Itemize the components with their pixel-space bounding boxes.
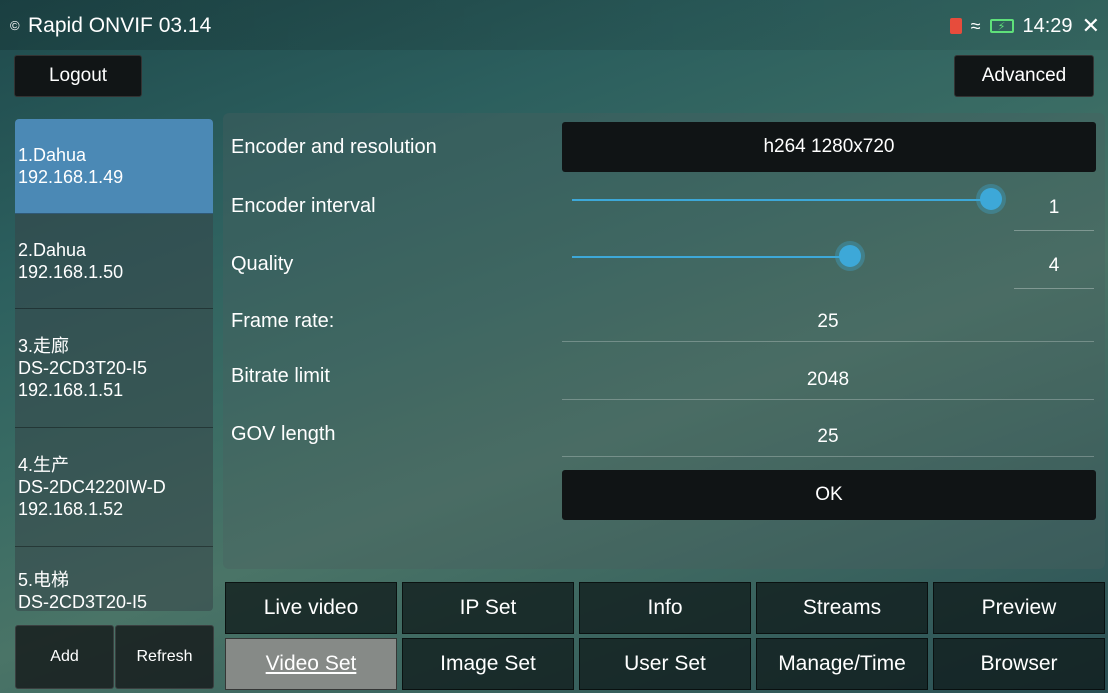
device-model: DS-2CD3T20-I5	[18, 592, 148, 611]
device-ip: 192.168.1.49	[18, 167, 124, 187]
app-title: Rapid ONVIF 03.14	[28, 14, 212, 37]
device-item-3[interactable]: 3.走廊 DS-2CD3T20-I5 192.168.1.51	[15, 309, 213, 428]
tab-live-video[interactable]: Live video	[225, 582, 397, 634]
tab-streams[interactable]: Streams	[756, 582, 928, 634]
tab-video-set[interactable]: Video Set	[225, 638, 397, 690]
ok-button[interactable]: OK	[562, 470, 1096, 520]
app-logo-icon: ©	[10, 18, 20, 33]
device-name: 3.走廊	[18, 336, 70, 356]
tab-image-set[interactable]: Image Set	[402, 638, 574, 690]
device-model: DS-2DC4220IW-D	[18, 477, 166, 497]
status-bar: © Rapid ONVIF 03.14 ≈ ⚡ 14:29 ✕	[0, 0, 1108, 50]
slider-track	[572, 199, 991, 201]
frame-rate-field[interactable]: 25	[562, 303, 1094, 342]
bitrate-limit-field[interactable]: 2048	[562, 361, 1094, 400]
device-ip: 192.168.1.50	[18, 262, 124, 282]
quality-value[interactable]: 4	[1014, 244, 1094, 289]
device-item-5[interactable]: 5.电梯 DS-2CD3T20-I5	[15, 547, 213, 611]
tab-browser[interactable]: Browser	[933, 638, 1105, 690]
slider-track	[572, 256, 850, 258]
close-icon[interactable]: ✕	[1082, 13, 1100, 39]
device-name: 2.Dahua	[18, 240, 87, 260]
clock-time: 14:29	[1022, 14, 1073, 37]
status-icons: ≈ ⚡ 14:29 ✕	[949, 13, 1100, 39]
device-item-4[interactable]: 4.生产 DS-2DC4220IW-D 192.168.1.52	[15, 428, 213, 547]
logout-button[interactable]: Logout	[14, 55, 142, 97]
tab-info[interactable]: Info	[579, 582, 751, 634]
slider-thumb[interactable]	[839, 245, 861, 267]
encoder-label: Encoder and resolution	[231, 136, 437, 158]
gov-length-label: GOV length	[231, 423, 336, 445]
encoder-resolution-select[interactable]: h264 1280x720	[562, 122, 1096, 172]
encoder-interval-value[interactable]: 1	[1014, 186, 1094, 231]
tab-preview[interactable]: Preview	[933, 582, 1105, 634]
quality-label: Quality	[231, 253, 294, 275]
add-device-button[interactable]: Add	[15, 625, 114, 689]
tab-manage-time[interactable]: Manage/Time	[756, 638, 928, 690]
wifi-icon: ≈	[970, 15, 981, 36]
refresh-button[interactable]: Refresh	[115, 625, 214, 689]
device-name: 4.生产	[18, 455, 70, 475]
tab-ip-set[interactable]: IP Set	[402, 582, 574, 634]
quality-slider[interactable]	[572, 245, 1002, 269]
device-name: 5.电梯	[18, 570, 70, 590]
gov-length-field[interactable]: 25	[562, 418, 1094, 457]
battery-charging-icon: ⚡	[989, 19, 1014, 33]
device-list[interactable]: 1.Dahua 192.168.1.49 2.Dahua 192.168.1.5…	[15, 119, 213, 611]
device-ip: 192.168.1.52	[18, 499, 124, 519]
encoder-interval-label: Encoder interval	[231, 195, 376, 217]
device-name: 1.Dahua	[18, 145, 87, 165]
device-ip: 192.168.1.51	[18, 380, 124, 400]
advanced-button[interactable]: Advanced	[954, 55, 1094, 97]
device-model: DS-2CD3T20-I5	[18, 358, 148, 378]
device-item-1[interactable]: 1.Dahua 192.168.1.49	[15, 119, 213, 214]
device-item-2[interactable]: 2.Dahua 192.168.1.50	[15, 214, 213, 309]
tab-user-set[interactable]: User Set	[579, 638, 751, 690]
frame-rate-label: Frame rate:	[231, 310, 335, 332]
sd-card-icon	[949, 18, 962, 34]
encoder-interval-slider[interactable]	[572, 188, 1002, 212]
bitrate-limit-label: Bitrate limit	[231, 365, 330, 387]
slider-thumb[interactable]	[980, 188, 1002, 210]
